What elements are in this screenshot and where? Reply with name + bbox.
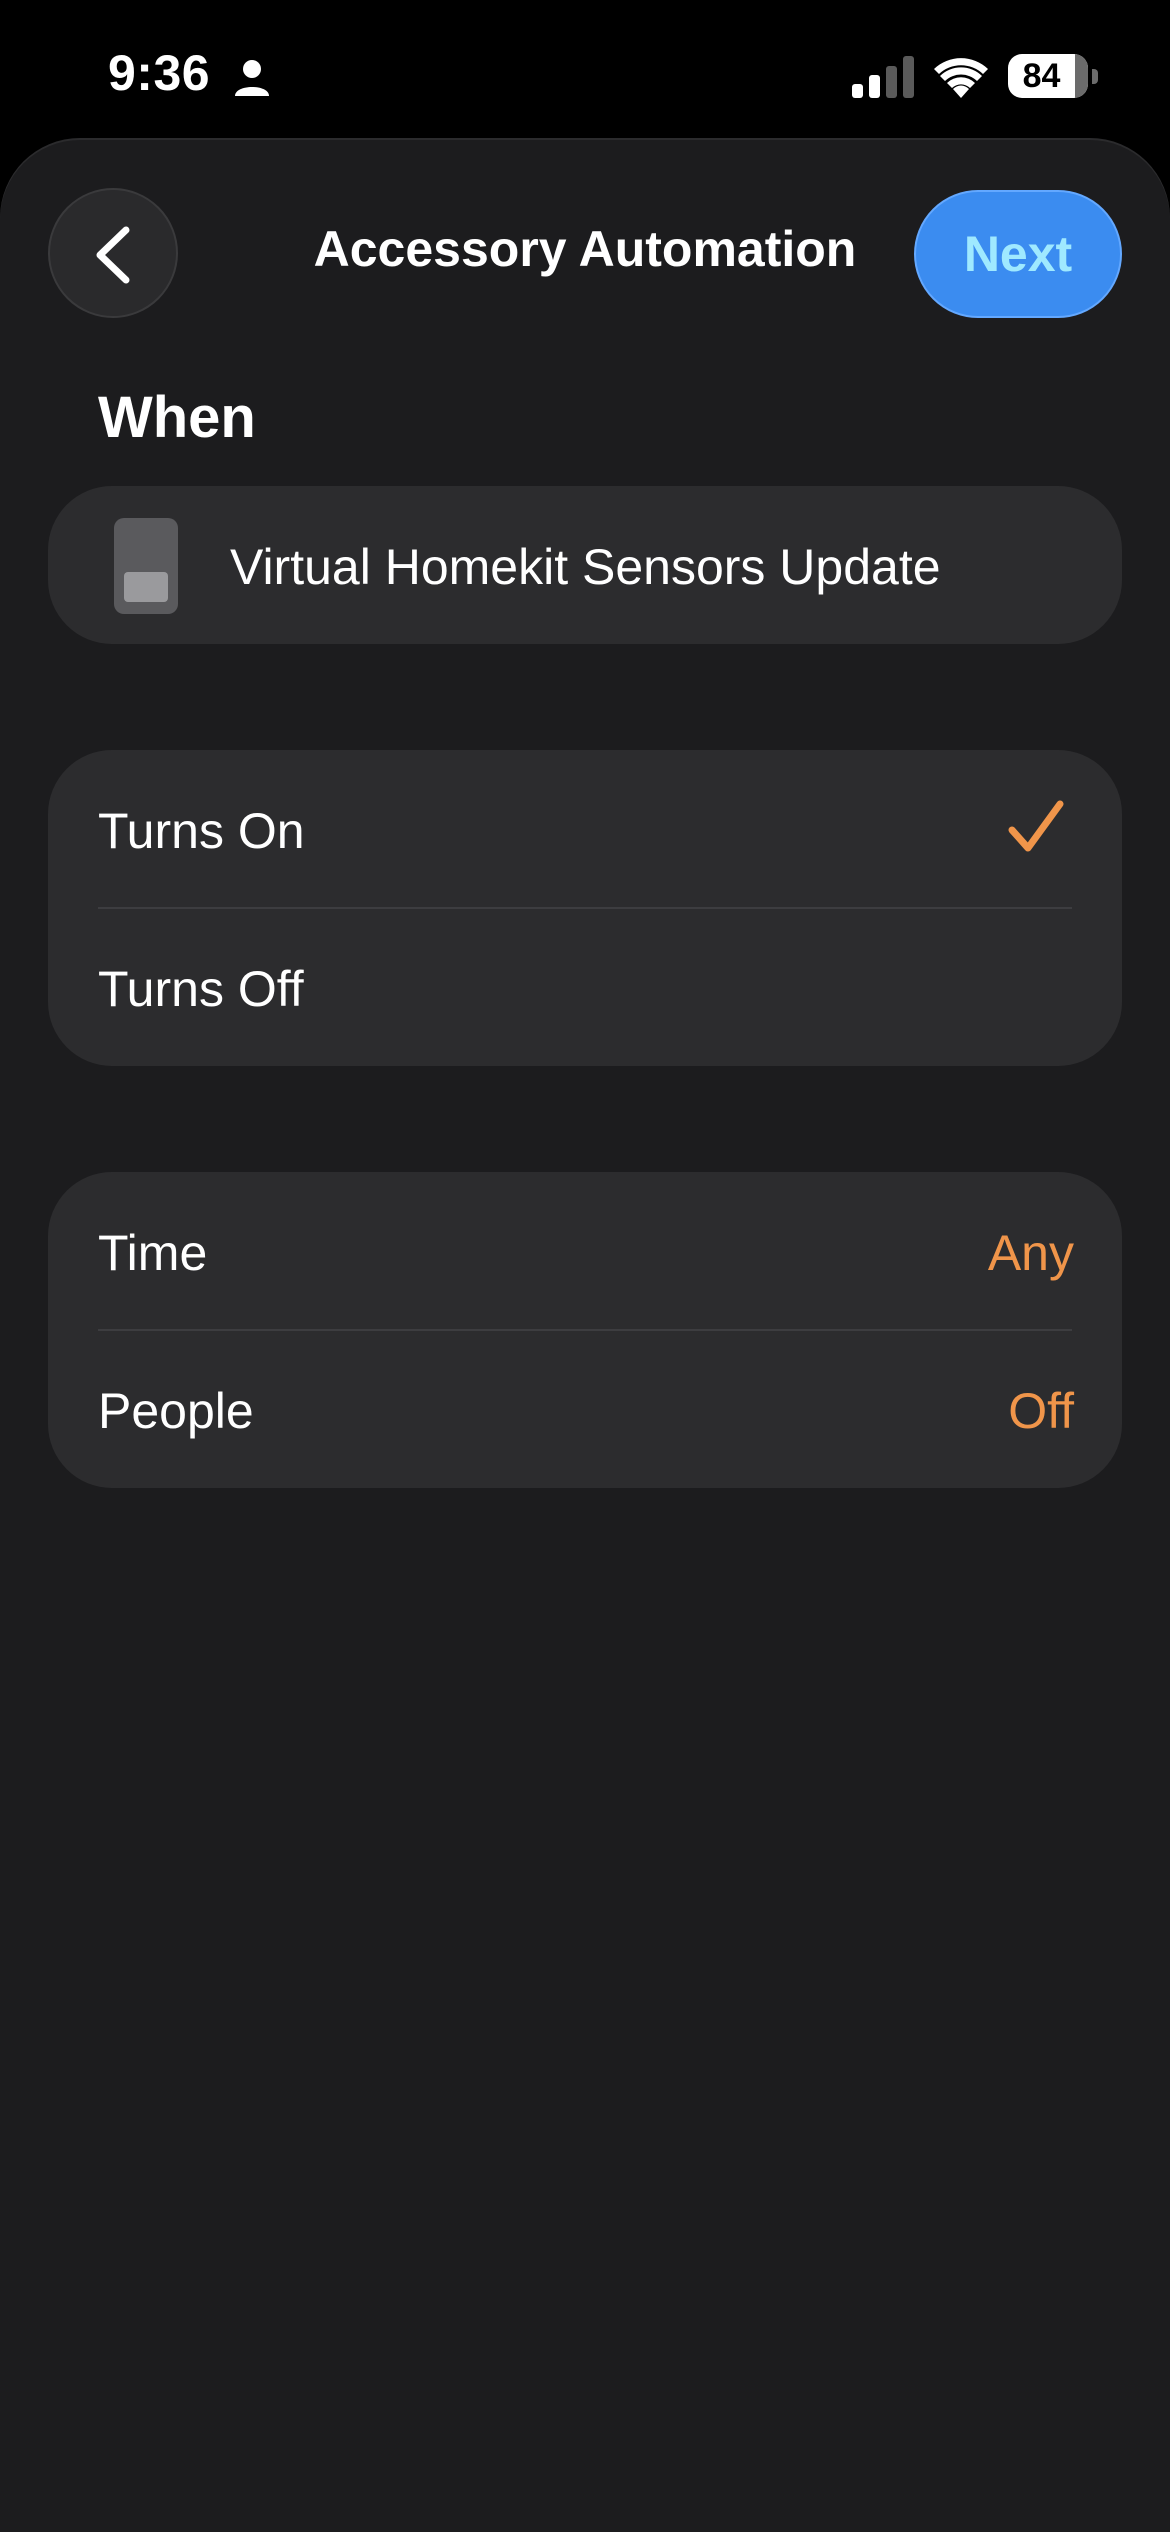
accessory-name: Virtual Homekit Sensors Update	[230, 539, 941, 595]
option-label: Turns On	[98, 803, 305, 859]
section-heading-when: When	[98, 385, 256, 450]
people-row[interactable]: People Off	[48, 1330, 1122, 1488]
time-value: Any	[987, 1225, 1074, 1281]
page-title: Accessory Automation	[313, 221, 857, 277]
person-icon	[235, 60, 269, 96]
trigger-state-list: Turns On Turns Off	[48, 750, 1122, 1066]
status-time: 9:36	[108, 45, 211, 101]
checkmark-icon	[1008, 800, 1064, 852]
status-bar: 9:36 84	[0, 0, 1170, 140]
option-label: Turns Off	[98, 961, 304, 1017]
condition-list: Time Any People Off	[48, 1172, 1122, 1488]
option-turns-off[interactable]: Turns Off	[48, 908, 1122, 1066]
signal-icon	[852, 56, 914, 98]
battery-percent: 84	[1022, 57, 1061, 95]
option-turns-on[interactable]: Turns On	[48, 750, 1122, 909]
wifi-icon	[934, 58, 988, 98]
people-value: Off	[1008, 1383, 1074, 1439]
switch-icon	[114, 518, 178, 614]
chevron-left-icon	[96, 226, 130, 284]
back-button[interactable]	[48, 188, 178, 318]
accessory-card[interactable]: Virtual Homekit Sensors Update	[48, 486, 1122, 644]
time-label: Time	[98, 1225, 208, 1281]
next-button[interactable]: Next	[914, 190, 1122, 318]
battery-icon: 84	[1008, 54, 1098, 98]
time-row[interactable]: Time Any	[48, 1172, 1122, 1331]
automation-sheet: Accessory Automation Next When Virtual H…	[0, 140, 1170, 2532]
people-label: People	[98, 1383, 254, 1439]
